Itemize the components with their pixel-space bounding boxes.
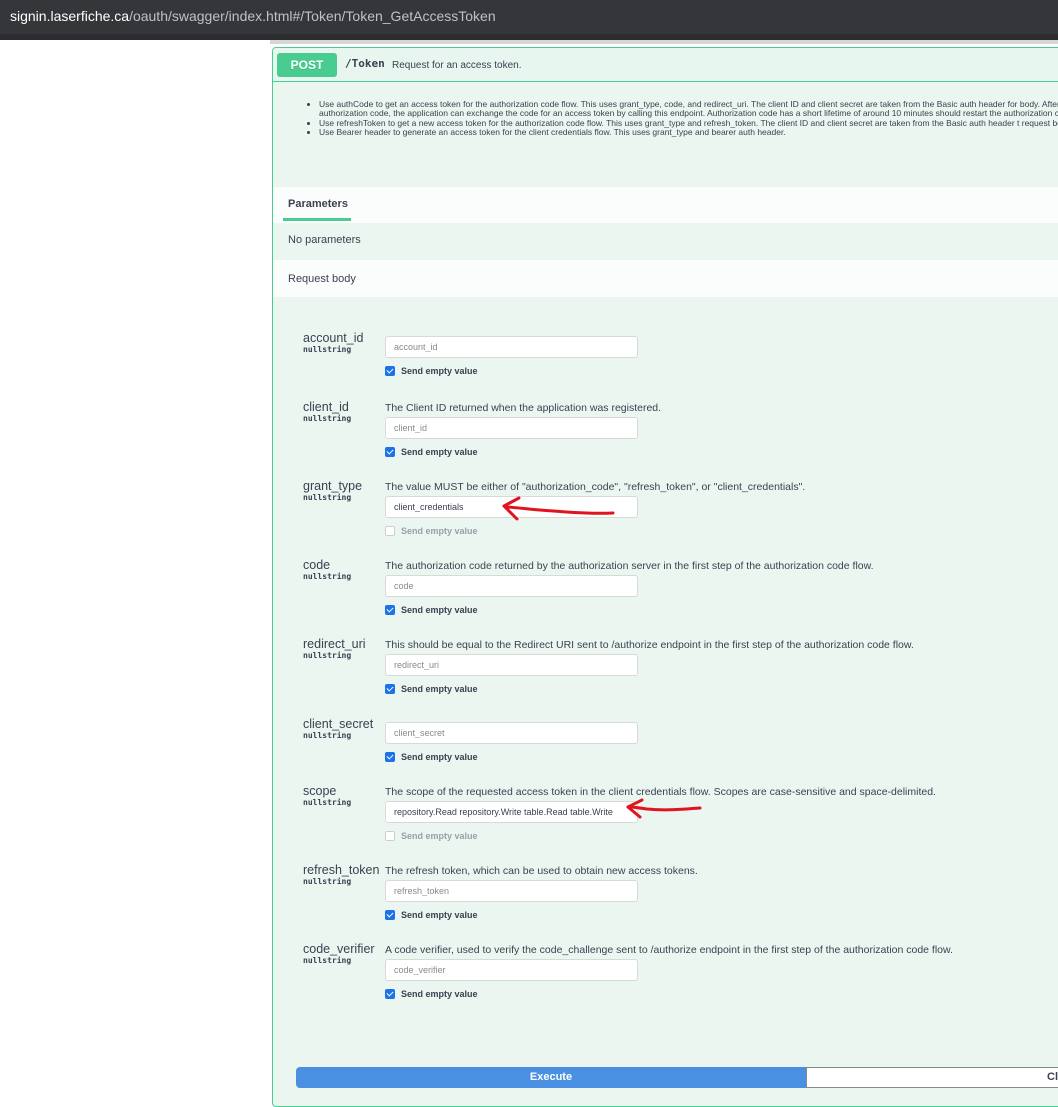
grant-type-input[interactable] bbox=[385, 496, 638, 518]
request-body-header: Request body bbox=[273, 260, 1058, 297]
tab-active-indicator bbox=[283, 218, 351, 221]
clear-button-label: Cl bbox=[1047, 1071, 1058, 1083]
field-type: nullstring bbox=[303, 651, 352, 660]
field-type: nullstring bbox=[303, 798, 352, 807]
operation-block: POST /Token Request for an access token.… bbox=[272, 47, 1058, 1107]
send-empty-checkbox[interactable]: Send empty value bbox=[385, 366, 478, 376]
method-badge: POST bbox=[277, 53, 337, 77]
account-id-input[interactable] bbox=[385, 336, 638, 358]
send-empty-label: Send empty value bbox=[401, 989, 478, 999]
execute-button[interactable]: Execute bbox=[296, 1067, 806, 1088]
send-empty-checkbox[interactable]: Send empty value bbox=[385, 989, 478, 999]
operation-description: Use authCode to get an access token for … bbox=[303, 99, 1058, 137]
send-empty-checkbox: Send empty value bbox=[385, 831, 478, 841]
client-id-input[interactable] bbox=[385, 417, 638, 439]
field-type: nullstring bbox=[303, 572, 352, 581]
checkbox-icon bbox=[385, 526, 395, 536]
field-description: The refresh token, which can be used to … bbox=[385, 865, 698, 877]
request-body-label: Request body bbox=[288, 273, 356, 285]
field-type: nullstring bbox=[303, 731, 352, 740]
checkbox-icon bbox=[385, 989, 395, 999]
execute-controls: Execute Cl bbox=[296, 1067, 1058, 1088]
field-description: This should be equal to the Redirect URI… bbox=[385, 639, 914, 651]
operation-path: /Token bbox=[345, 57, 385, 70]
parameters-tab-header: Parameters bbox=[273, 187, 1058, 223]
checkbox-icon bbox=[385, 605, 395, 615]
send-empty-label: Send empty value bbox=[401, 910, 478, 920]
field-name: account_id bbox=[303, 331, 364, 345]
field-name: refresh_token bbox=[303, 863, 380, 877]
send-empty-checkbox[interactable]: Send empty value bbox=[385, 684, 478, 694]
field-name: scope bbox=[303, 784, 337, 798]
checkbox-icon bbox=[385, 831, 395, 841]
scope-input[interactable] bbox=[385, 801, 638, 823]
send-empty-label: Send empty value bbox=[401, 526, 478, 536]
description-item: Use authCode to get an access token for … bbox=[319, 99, 1058, 119]
checkbox-icon bbox=[385, 684, 395, 694]
code-input[interactable] bbox=[385, 575, 638, 597]
operation-summary-text: Request for an access token. bbox=[392, 60, 522, 71]
send-empty-checkbox[interactable]: Send empty value bbox=[385, 752, 478, 762]
send-empty-label: Send empty value bbox=[401, 684, 478, 694]
send-empty-label: Send empty value bbox=[401, 366, 478, 376]
client-secret-input[interactable] bbox=[385, 722, 638, 744]
field-description: The scope of the requested access token … bbox=[385, 786, 936, 798]
checkbox-icon bbox=[385, 752, 395, 762]
clear-button[interactable]: Cl bbox=[806, 1067, 1058, 1088]
send-empty-checkbox[interactable]: Send empty value bbox=[385, 910, 478, 920]
field-description: The value MUST be either of "authorizati… bbox=[385, 481, 806, 493]
field-name: redirect_uri bbox=[303, 637, 366, 651]
send-empty-label: Send empty value bbox=[401, 605, 478, 615]
field-name: grant_type bbox=[303, 479, 363, 493]
address-bar[interactable]: signin.laserfiche.ca/oauth/swagger/index… bbox=[0, 0, 1058, 34]
field-name: client_id bbox=[303, 400, 349, 414]
no-parameters-text: No parameters bbox=[288, 234, 361, 246]
field-type: nullstring bbox=[303, 345, 352, 354]
checkbox-icon bbox=[385, 447, 395, 457]
redirect-uri-input[interactable] bbox=[385, 654, 638, 676]
field-description: The Client ID returned when the applicat… bbox=[385, 402, 662, 414]
url-host: signin.laserfiche.ca bbox=[10, 8, 130, 24]
field-name: code_verifier bbox=[303, 942, 375, 956]
field-description: A code verifier, used to verify the code… bbox=[385, 944, 953, 956]
field-description: The authorization code returned by the a… bbox=[385, 560, 874, 572]
send-empty-checkbox: Send empty value bbox=[385, 526, 478, 536]
field-name: client_secret bbox=[303, 717, 374, 731]
url-path: /oauth/swagger/index.html#/Token/Token_G… bbox=[129, 8, 496, 24]
field-name: code bbox=[303, 558, 331, 572]
page-top-edge bbox=[270, 40, 1058, 44]
tab-parameters[interactable]: Parameters bbox=[288, 198, 348, 210]
description-item: Use Bearer header to generate an access … bbox=[319, 127, 1058, 137]
send-empty-label: Send empty value bbox=[401, 447, 478, 457]
send-empty-checkbox[interactable]: Send empty value bbox=[385, 605, 478, 615]
field-type: nullstring bbox=[303, 493, 352, 502]
code-verifier-input[interactable] bbox=[385, 959, 638, 981]
field-type: nullstring bbox=[303, 956, 352, 965]
field-type: nullstring bbox=[303, 877, 352, 886]
checkbox-icon bbox=[385, 910, 395, 920]
field-type: nullstring bbox=[303, 414, 352, 423]
refresh-token-input[interactable] bbox=[385, 880, 638, 902]
send-empty-label: Send empty value bbox=[401, 831, 478, 841]
send-empty-label: Send empty value bbox=[401, 752, 478, 762]
checkbox-icon bbox=[385, 366, 395, 376]
send-empty-checkbox[interactable]: Send empty value bbox=[385, 447, 478, 457]
operation-summary[interactable]: POST /Token Request for an access token. bbox=[273, 48, 1058, 82]
